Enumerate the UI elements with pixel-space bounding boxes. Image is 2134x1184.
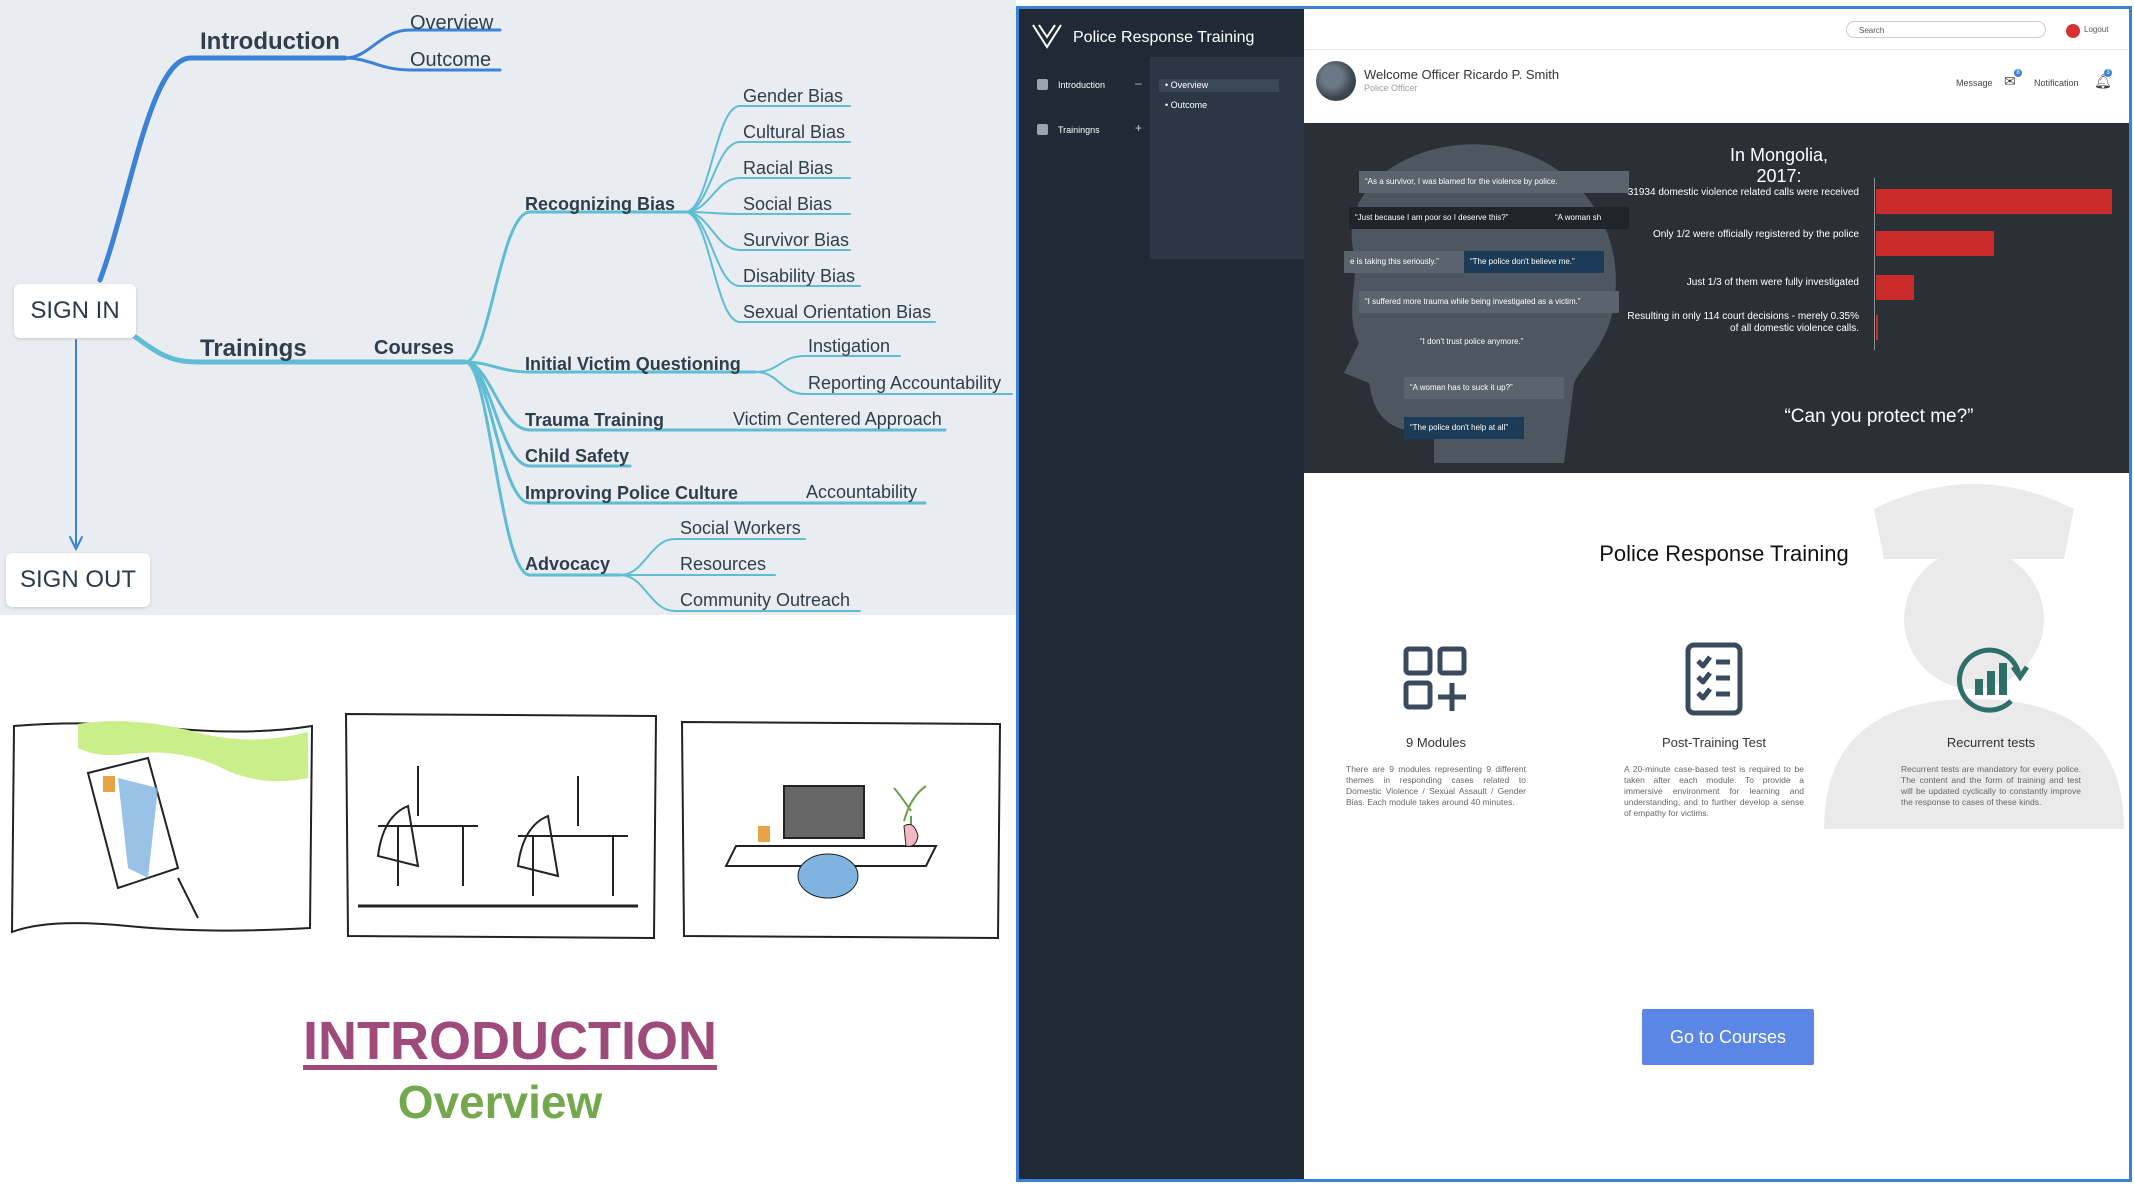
introduction-nav-icon: [1037, 79, 1048, 90]
quote-3: “A woman sh: [1549, 207, 1629, 229]
node-accountability: Accountability: [806, 482, 918, 502]
collapse-icon[interactable]: –: [1135, 76, 1142, 90]
intro-subtitle: Overview: [397, 1076, 603, 1128]
sidebar: Police Response Training Introduction – …: [1019, 9, 1304, 1179]
modules-icon: [1396, 639, 1476, 719]
go-to-courses-button[interactable]: Go to Courses: [1642, 1009, 1814, 1065]
app-window: Police Response Training Introduction – …: [1016, 6, 2132, 1182]
node-social-workers: Social Workers: [680, 518, 801, 538]
welcome-text: Welcome Officer Ricardo P. Smith: [1364, 67, 1560, 82]
node-child-safety: Child Safety: [525, 446, 630, 466]
search-input[interactable]: Search: [1846, 21, 2046, 38]
node-community-outreach: Community Outreach: [680, 590, 851, 610]
notification-link[interactable]: Notification: [2034, 78, 2079, 88]
stat-bar-4: [1876, 315, 1878, 340]
sketch-desk-top-view: [8, 718, 318, 938]
node-courses: Courses: [374, 337, 455, 359]
stat-bar-2: [1876, 231, 1994, 256]
quote-9: “The police don't help at all”: [1404, 417, 1524, 439]
quote-5: “The police don't believe me.”: [1464, 251, 1604, 273]
message-badge: 8: [2014, 69, 2022, 77]
node-initial-victim-questioning: Initial Victim Questioning: [525, 354, 741, 374]
logout-link[interactable]: Logout: [2084, 25, 2108, 34]
node-overview: Overview: [410, 12, 494, 34]
section-title: Police Response Training: [1599, 541, 1849, 566]
node-racial-bias: Racial Bias: [743, 158, 834, 178]
main-content: Search Logout Welcome Officer Ricardo P.…: [1304, 9, 2129, 1179]
trainings-nav-icon: [1037, 124, 1048, 135]
quote-4: e is taking this seriously.”: [1344, 251, 1464, 273]
node-introduction: Introduction: [200, 28, 340, 55]
node-resources: Resources: [680, 554, 767, 574]
node-social-bias: Social Bias: [743, 194, 833, 214]
stat-label-2: Only 1/2 were officially registered by t…: [1652, 229, 1859, 240]
node-trainings: Trainings: [200, 335, 307, 362]
app-title: Police Response Training: [1073, 29, 1255, 46]
sidebar-item-introduction[interactable]: Introduction: [1037, 79, 1105, 90]
quote-8: “A woman has to suck it up?”: [1404, 377, 1564, 399]
user-role: Police Officer: [1364, 83, 1418, 93]
feature-label: 9 Modules: [1406, 735, 1466, 750]
recurrent-chart-icon: [1951, 639, 2031, 719]
expand-icon[interactable]: +: [1135, 121, 1142, 135]
quote-7: “I don't trust police anymore.”: [1420, 337, 1524, 346]
feature-description: A 20-minute case-based test is required …: [1624, 764, 1804, 818]
feature-description: Recurrent tests are mandatory for every …: [1901, 764, 2081, 807]
node-instigation: Instigation: [808, 336, 891, 356]
quote-2: “Just because I am poor so I deserve thi…: [1349, 207, 1549, 229]
feature-recurrent-tests: Recurrent tests Recurrent tests are mand…: [1901, 639, 2081, 808]
stats-axis: [1874, 178, 1875, 350]
stat-bar-1: [1876, 189, 2112, 214]
avatar[interactable]: [1316, 61, 1356, 101]
feature-label: Post-Training Test: [1661, 735, 1767, 750]
subnav-overview[interactable]: • Overview: [1159, 79, 1279, 92]
node-recognizing-bias: Recognizing Bias: [525, 194, 676, 214]
node-trauma-training: Trauma Training: [525, 410, 665, 430]
subnav-outcome[interactable]: • Outcome: [1165, 100, 1207, 110]
stat-label-4: Resulting in only 114 court decisions - …: [1627, 311, 1859, 334]
signout-node[interactable]: SIGN OUT: [6, 553, 150, 607]
stat-label-1: 31934 domestic violence related calls we…: [1627, 187, 1859, 198]
notification-badge: 3: [2104, 69, 2112, 77]
sidebar-item-trainings[interactable]: Trainingns: [1037, 124, 1100, 135]
node-disability-bias: Disability Bias: [743, 266, 856, 286]
stat-bar-3: [1876, 275, 1914, 300]
node-sexual-orientation-bias: Sexual Orientation Bias: [743, 302, 932, 322]
mind-map: SIGN IN SIGN OUT Introduction Overview O…: [0, 0, 1016, 615]
feature-modules: 9 Modules There are 9 modules representi…: [1346, 639, 1526, 808]
feature-post-training-test: Post-Training Test A 20-minute case-base…: [1624, 639, 1804, 819]
node-cultural-bias: Cultural Bias: [743, 122, 846, 142]
hero-banner: “As a survivor, I was blamed for the vio…: [1304, 123, 2129, 473]
node-advocacy: Advocacy: [525, 554, 611, 574]
hero-question: “Can you protect me?”: [1784, 406, 1974, 427]
quote-6: “I suffered more trauma while being inve…: [1359, 291, 1619, 313]
sidebar-item-label: Introduction: [1058, 79, 1106, 90]
signin-node[interactable]: SIGN IN: [14, 284, 136, 338]
sketch-desks-side-view: [338, 706, 664, 946]
stats-title: In Mongolia, 2017:: [1729, 145, 1829, 186]
node-outcome: Outcome: [410, 49, 492, 71]
stat-label-3: Just 1/3 of them were fully investigated: [1686, 277, 1859, 288]
checklist-icon: [1674, 639, 1754, 719]
node-victim-centered-approach: Victim Centered Approach: [733, 409, 942, 429]
node-gender-bias: Gender Bias: [743, 86, 844, 106]
sidebar-item-label: Trainingns: [1058, 124, 1100, 135]
header-divider: [1304, 49, 2129, 50]
logout-icon[interactable]: [2066, 24, 2080, 38]
feature-label: Recurrent tests: [1946, 735, 2036, 750]
app-logo-icon: [1031, 23, 1063, 54]
node-reporting-accountability: Reporting Accountability: [808, 373, 1002, 393]
quote-1: “As a survivor, I was blamed for the vio…: [1359, 171, 1629, 193]
intro-title: INTRODUCTION: [303, 1011, 717, 1071]
node-improving-police-culture: Improving Police Culture: [525, 483, 739, 503]
sketch-desk-perspective: [676, 716, 1006, 944]
message-link[interactable]: Message: [1956, 78, 1993, 88]
feature-description: There are 9 modules representing 9 diffe…: [1346, 764, 1526, 807]
node-survivor-bias: Survivor Bias: [743, 230, 850, 250]
